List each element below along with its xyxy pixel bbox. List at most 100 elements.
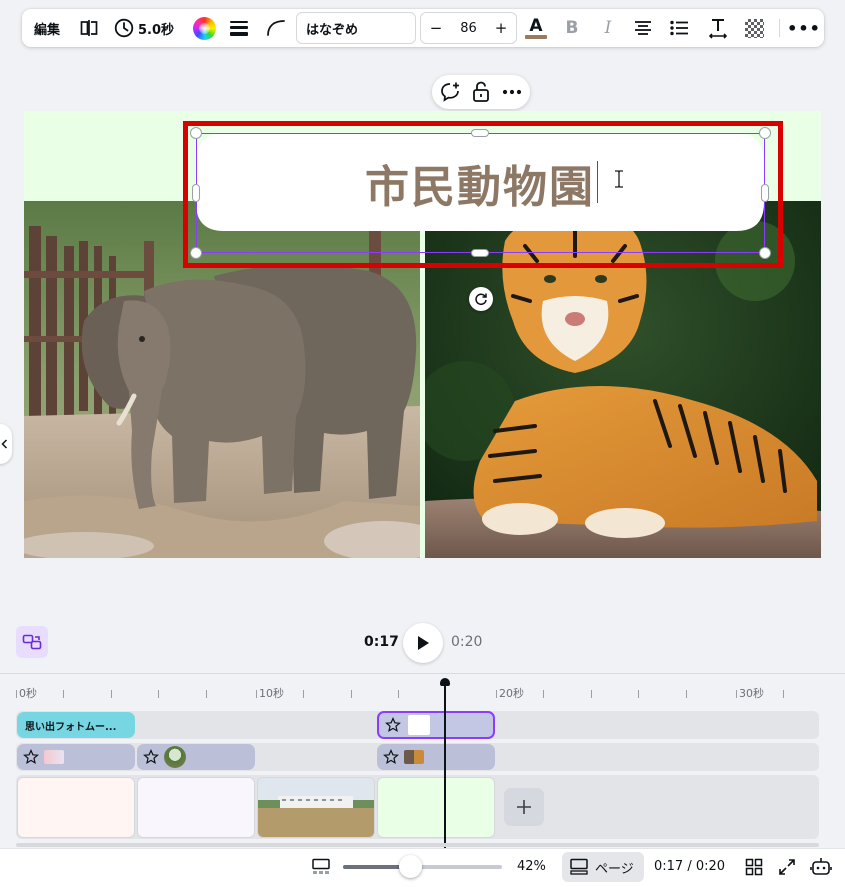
resize-handle-top[interactable]: [471, 129, 489, 137]
page-thumbnail-2[interactable]: [137, 777, 255, 838]
playhead[interactable]: [444, 684, 446, 848]
align-center-icon: [635, 21, 651, 35]
zoom-slider-handle[interactable]: [398, 855, 422, 878]
ruler-tick: [16, 690, 17, 698]
color-wheel-icon: [192, 16, 216, 40]
ruler-tick: [111, 690, 112, 698]
font-size-input[interactable]: 86: [460, 21, 477, 36]
ruler-label-30: 30秒: [739, 687, 764, 700]
playhead-knob[interactable]: [440, 678, 450, 686]
ruler-tick: [303, 690, 304, 698]
corner-rounding-button[interactable]: [263, 9, 289, 47]
text-spacing-icon: [708, 19, 728, 39]
zoom-slider[interactable]: [343, 865, 502, 869]
flip-icon: [80, 20, 98, 36]
context-more-button[interactable]: [500, 80, 524, 104]
pages-button[interactable]: ページ: [562, 852, 644, 882]
transition-icon: [22, 634, 42, 650]
transition-button[interactable]: [16, 626, 48, 658]
resize-handle-right[interactable]: [761, 184, 769, 202]
list-button[interactable]: [668, 9, 690, 47]
increase-font-size-button[interactable]: +: [494, 19, 508, 37]
media-clip-2[interactable]: [137, 744, 255, 770]
ruler-tick: [736, 690, 737, 698]
text-color-swatch: [525, 34, 547, 39]
fullscreen-icon: [779, 859, 795, 875]
ruler-tick: [543, 690, 544, 698]
zoom-level[interactable]: 42%: [517, 859, 546, 874]
ruler-label-0: 0秒: [19, 687, 37, 700]
resize-handle-left[interactable]: [192, 184, 200, 202]
assistant-button[interactable]: [809, 855, 833, 879]
ruler-label-10: 10秒: [259, 687, 284, 700]
resize-handle-bottom-left[interactable]: [190, 247, 202, 259]
spacing-button[interactable]: [706, 9, 730, 47]
timeline-view-icon: [312, 858, 330, 874]
text-color-button[interactable]: A: [525, 9, 547, 47]
transparency-button[interactable]: [742, 9, 766, 47]
resize-handle-bottom[interactable]: [471, 249, 489, 257]
text-clip-label: 思い出フォトムー...: [25, 721, 117, 733]
line-weight-icon: [230, 20, 248, 23]
ruler-tick: [638, 690, 639, 698]
text-color-icon: A: [529, 15, 543, 36]
plus-icon: [517, 800, 531, 814]
resize-handle-top-left[interactable]: [190, 127, 202, 139]
page-thumbnail-4[interactable]: [377, 777, 495, 838]
time-readout: 0:17 / 0:20: [654, 859, 726, 874]
edit-button[interactable]: 編集: [30, 9, 64, 47]
animation-icon: [143, 749, 159, 765]
chevron-left-icon: [1, 439, 8, 449]
page-thumbnail-3[interactable]: [257, 777, 375, 838]
more-horizontal-icon: [502, 89, 522, 95]
align-button[interactable]: [632, 9, 654, 47]
duration-value: 5.0秒: [138, 22, 175, 38]
decrease-font-size-button[interactable]: −: [429, 19, 443, 37]
bold-button[interactable]: B: [562, 9, 582, 47]
ruler-tick: [256, 690, 257, 698]
comment-button[interactable]: [438, 80, 462, 104]
play-button[interactable]: [403, 623, 443, 663]
highlight-box: [183, 121, 783, 268]
transparency-icon: [744, 18, 764, 38]
grid-view-button[interactable]: [743, 856, 765, 878]
italic-button[interactable]: I: [598, 9, 618, 47]
assistant-icon: [810, 858, 832, 875]
more-options-button[interactable]: •••: [787, 9, 820, 47]
media-clip-1[interactable]: [17, 744, 135, 770]
rotate-handle[interactable]: [469, 287, 493, 311]
ruler-tick: [63, 690, 64, 698]
selected-bubble-clip[interactable]: [377, 711, 495, 739]
text-clip[interactable]: 思い出フォトムー...: [17, 712, 135, 738]
current-time: 0:17: [364, 634, 399, 650]
line-weight-button[interactable]: [229, 9, 249, 47]
collapse-panel-button[interactable]: [0, 424, 12, 464]
animation-icon: [23, 749, 39, 765]
animation-icon: [383, 749, 399, 765]
resize-handle-bottom-right[interactable]: [759, 247, 771, 259]
font-family-select[interactable]: はなぞめ: [296, 12, 416, 44]
flip-button[interactable]: [78, 9, 100, 47]
ruler-tick: [591, 690, 592, 698]
page-thumbnail-1[interactable]: [17, 777, 135, 838]
duration-button[interactable]: 5.0秒: [114, 9, 178, 47]
add-page-button[interactable]: [504, 788, 544, 826]
fullscreen-button[interactable]: [776, 856, 798, 878]
bubble-clip-thumb: [408, 715, 430, 735]
font-size-stepper: − 86 +: [420, 12, 517, 44]
play-icon: [418, 636, 429, 650]
bullet-list-icon: [670, 20, 688, 36]
ruler-label-20: 20秒: [499, 687, 524, 700]
lock-button[interactable]: [469, 80, 493, 104]
color-button[interactable]: [192, 9, 216, 47]
media-clip-3[interactable]: [377, 744, 495, 770]
ruler-tick: [351, 690, 352, 698]
curve-icon: [267, 20, 285, 36]
resize-handle-top-right[interactable]: [759, 127, 771, 139]
rotate-icon: [475, 293, 487, 306]
ruler-tick: [206, 690, 207, 698]
timeline-scrollbar[interactable]: [16, 843, 819, 847]
comment-add-icon: [441, 82, 459, 102]
clip-thumbnail: [164, 746, 186, 768]
notes-button[interactable]: [310, 856, 332, 878]
